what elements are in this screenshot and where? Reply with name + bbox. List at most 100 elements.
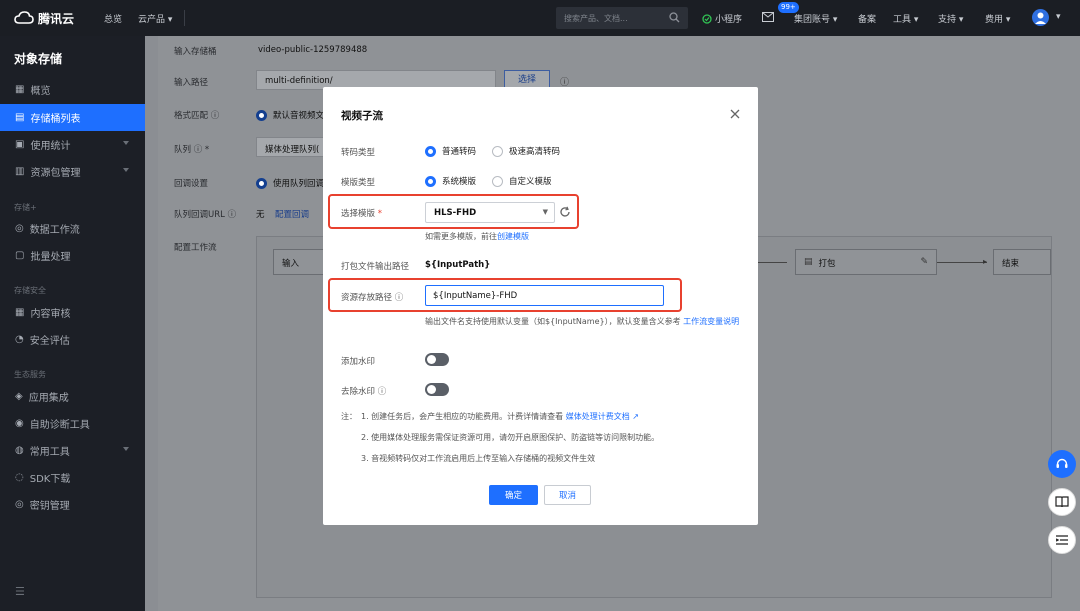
nav-billing[interactable]: 费用 ▾: [985, 12, 1010, 25]
input-bucket-label: 输入存储桶: [174, 47, 217, 57]
format-option[interactable]: 默认音视频文: [256, 109, 324, 121]
workflow-node-pack[interactable]: ▤ 打包 ✎: [795, 249, 937, 275]
sidebar-item-diagnosis[interactable]: ◉ 自助诊断工具: [0, 410, 145, 437]
dialog-title: 视频子流: [341, 110, 383, 122]
cancel-button[interactable]: 取消: [544, 485, 591, 505]
more-templates-hint-text: 如需更多模版，前往: [425, 232, 497, 241]
sidebar-item-app-integration[interactable]: ◈ 应用集成: [0, 383, 145, 410]
sidebar-item-security-eval[interactable]: ◔ 安全评估: [0, 326, 145, 353]
key-icon: ◎: [15, 499, 24, 510]
list-button[interactable]: [1048, 526, 1076, 554]
resource-path-hint-text: 输出文件名支持使用默认变量（如${InputName}），默认变量含义参考: [425, 317, 681, 326]
sidebar-item-label: 自助诊断工具: [29, 420, 90, 431]
transcode-option-normal[interactable]: 普通转码: [425, 145, 476, 157]
search-box[interactable]: 搜索产品、文档...: [556, 7, 688, 29]
template-option-system[interactable]: 系统模版: [425, 175, 476, 187]
chevron-down-icon: ▾: [958, 15, 964, 25]
chevron-down-icon[interactable]: ▾: [1056, 12, 1061, 22]
package-icon: ▥: [15, 166, 25, 177]
sidebar-item-label: 应用集成: [28, 393, 69, 404]
workflow-node-end[interactable]: 结束: [993, 249, 1051, 275]
select-template-label-text: 选择模版: [341, 209, 376, 219]
chevron-down-icon: ▾: [1005, 15, 1011, 25]
sidebar-item-data-workflow[interactable]: ◎ 数据工作流: [0, 215, 145, 242]
nav-billing-label: 费用: [985, 15, 1004, 25]
info-icon[interactable]: ⓘ: [395, 293, 404, 303]
sidebar-item-keys[interactable]: ◎ 密钥管理: [0, 491, 145, 518]
nav-support[interactable]: 支持 ▾: [938, 12, 963, 25]
tencent-cloud-logo[interactable]: 腾讯云: [14, 9, 74, 27]
transcode-option-fast-hd[interactable]: 极速高清转码: [492, 145, 560, 157]
edit-icon[interactable]: ✎: [920, 257, 928, 267]
sidebar-item-label: 使用统计: [30, 141, 71, 152]
sidebar-item-resource-pack[interactable]: ▥ 资源包管理: [0, 158, 145, 185]
sidebar-item-content-review[interactable]: ▦ 内容审核: [0, 299, 145, 326]
add-watermark-toggle[interactable]: [425, 353, 449, 366]
workflow-label: 配置工作流: [174, 243, 217, 253]
sidebar-section-storage: 存储+: [14, 203, 37, 212]
queue-label-text: 队列: [174, 145, 192, 155]
transcode-option-fast-hd-label: 极速高清转码: [509, 147, 561, 157]
sidebar-item-common-tools[interactable]: ◍ 常用工具: [0, 437, 145, 464]
close-icon[interactable]: [728, 107, 742, 121]
transcode-type-label: 转码类型: [341, 148, 376, 158]
radio-icon: [256, 177, 267, 189]
remove-watermark-label-text: 去除水印: [341, 387, 376, 397]
queue-callback-url-label: 队列回调URL ⓘ: [174, 210, 237, 220]
sidebar-item-label: 资源包管理: [30, 168, 81, 179]
resource-path-label: 资源存放路径 ⓘ: [341, 291, 403, 303]
queue-callback-url-value: 无: [256, 210, 265, 220]
radio-icon: [425, 175, 436, 187]
sidebar: 对象存储 ▦ 概览 ▤ 存储桶列表 ▣ 使用统计 ▥ 资源包管理 存储+ ◎ 数据工作流 …: [0, 36, 145, 611]
avatar[interactable]: [1032, 9, 1049, 26]
node-input-label: 输入: [282, 259, 300, 269]
chevron-down-icon: [123, 168, 129, 172]
billing-doc-link[interactable]: 媒体处理计费文档: [566, 412, 630, 421]
node-pack-label: 打包: [818, 259, 836, 269]
callback-option[interactable]: 使用队列回调: [256, 177, 324, 189]
mail-icon[interactable]: [762, 12, 774, 22]
calendar-icon: ▣: [15, 139, 25, 150]
template-option-system-label: 系统模版: [442, 177, 477, 187]
remove-watermark-toggle[interactable]: [425, 383, 449, 396]
sidebar-item-batch[interactable]: ▢ 批量处理: [0, 242, 145, 269]
nav-overview[interactable]: 总览: [104, 12, 122, 25]
info-icon[interactable]: ⓘ: [378, 387, 387, 397]
workflow-variables-link[interactable]: 工作流变量说明: [683, 317, 739, 326]
mini-program-link[interactable]: 小程序: [702, 12, 742, 25]
package-icon: ▤: [804, 257, 813, 267]
collapse-sidebar-icon[interactable]: ☰: [15, 585, 25, 598]
sidebar-item-sdk[interactable]: ◌ SDK下载: [0, 464, 145, 491]
create-template-link[interactable]: 创建模版: [497, 232, 529, 241]
chevron-down-icon: ▾: [832, 15, 838, 25]
resource-path-value: ${InputName}-FHD: [433, 291, 518, 301]
customer-service-button[interactable]: [1048, 450, 1076, 478]
nav-account[interactable]: 集团账号 ▾: [794, 12, 837, 25]
grid-icon: ▦: [15, 84, 25, 95]
search-icon[interactable]: [669, 12, 680, 23]
sidebar-item-usage-stats[interactable]: ▣ 使用统计: [0, 131, 145, 158]
search-input[interactable]: 搜索产品、文档...: [564, 13, 628, 24]
format-option-label: 默认音视频文: [273, 111, 325, 121]
refresh-icon[interactable]: [559, 206, 571, 218]
resource-path-input[interactable]: ${InputName}-FHD: [425, 285, 664, 306]
external-link-icon[interactable]: ↗: [632, 412, 639, 421]
nav-products[interactable]: 云产品 ▾: [138, 12, 172, 25]
docs-button[interactable]: [1048, 488, 1076, 516]
template-option-custom[interactable]: 自定义模版: [492, 175, 552, 187]
sidebar-item-label: 数据工作流: [29, 225, 80, 236]
select-template-label: 选择模版 *: [341, 207, 382, 219]
confirm-button[interactable]: 确定: [489, 485, 538, 505]
template-select[interactable]: HLS-FHD ▼: [425, 202, 555, 223]
workflow-icon: ◎: [15, 223, 24, 234]
config-callback-link[interactable]: 配置回调: [275, 208, 309, 220]
queue-callback-url-label-text: 队列回调URL: [174, 210, 225, 220]
callback-option-label: 使用队列回调: [273, 179, 325, 189]
sidebar-item-overview[interactable]: ▦ 概览: [0, 76, 145, 103]
nav-products-label: 云产品: [138, 15, 166, 25]
note-2: 2. 使用媒体处理服务需保证资源可用，请勿开启原图保护、防盗链等访问限制功能。: [361, 433, 660, 442]
nav-filing[interactable]: 备案: [858, 12, 876, 25]
nav-tools[interactable]: 工具 ▾: [893, 12, 918, 25]
chevron-down-icon: [123, 141, 129, 145]
sidebar-item-bucket-list[interactable]: ▤ 存储桶列表: [0, 104, 145, 131]
